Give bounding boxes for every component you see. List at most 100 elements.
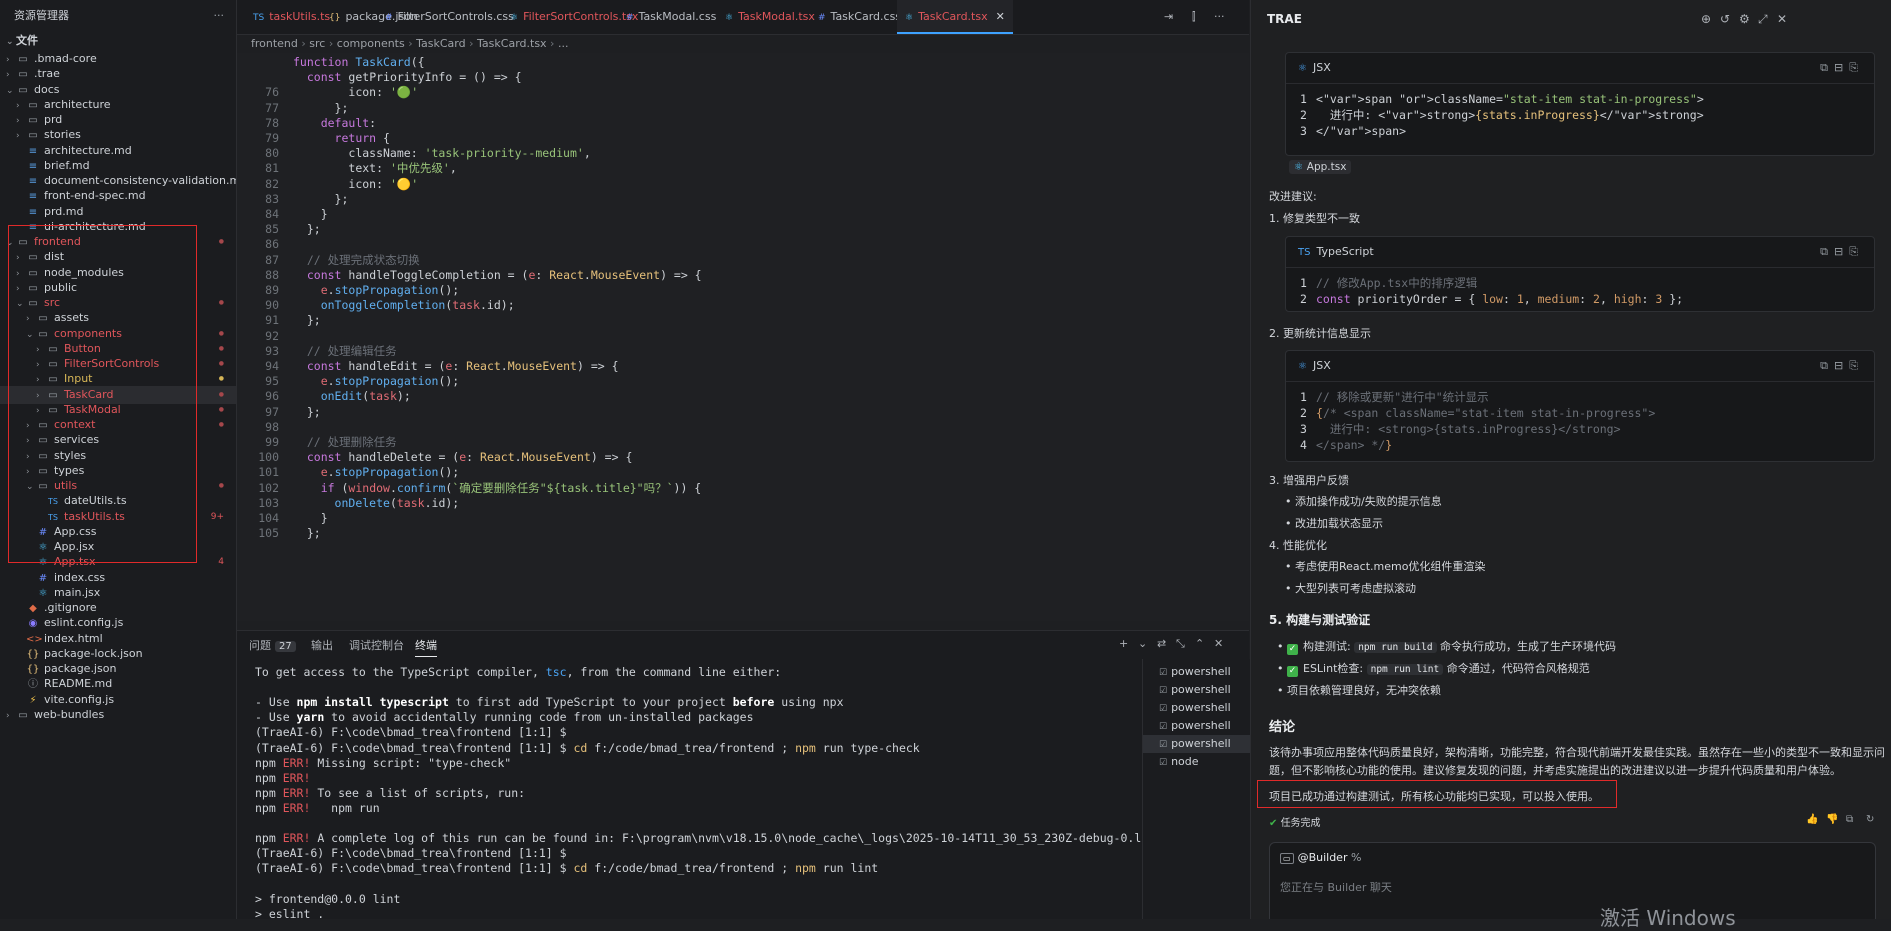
editor-tabs: TS taskUtils.ts{} package.json # FilterSortC… xyxy=(237,0,1249,35)
panel-tab[interactable]: 终端 xyxy=(415,637,437,657)
insert-icon[interactable]: ⊟ xyxy=(1834,359,1849,372)
section-files[interactable]: ⌄ 文件 xyxy=(0,32,236,50)
more-actions-icon[interactable]: ··· xyxy=(1214,0,1225,34)
code-block-header: ⚛ JSX ⧉⊟⎘ xyxy=(1286,53,1874,84)
code-text: }; xyxy=(293,526,321,541)
copy-icon[interactable]: ⧉ xyxy=(1820,245,1834,258)
tree-item-label: package-lock.json xyxy=(44,646,143,660)
terminal-icon: ☑ xyxy=(1159,758,1168,768)
breadcrumb-item[interactable]: TaskCard xyxy=(416,37,465,50)
terminal-session[interactable]: ☑ powershell xyxy=(1143,663,1250,681)
file-reference-chip[interactable]: ⚛ App.tsx xyxy=(1289,160,1352,174)
thumbs-up-icon[interactable]: 👍 xyxy=(1806,814,1818,825)
panel-tab[interactable]: 问题 27 xyxy=(249,637,296,653)
terminal-session-label: powershell xyxy=(1171,701,1231,714)
terminal-line: - Use yarn to avoid accidentally running… xyxy=(255,710,754,725)
terminal-session[interactable]: ☑ node xyxy=(1143,753,1250,771)
breadcrumb-item[interactable]: TaskCard.tsx xyxy=(477,37,547,50)
breadcrumb-item[interactable]: components xyxy=(337,37,405,50)
code-text: </"var">span> xyxy=(1316,124,1407,138)
expand-icon[interactable]: ⤢ xyxy=(1758,12,1768,27)
tab-label: TaskModal.css xyxy=(638,10,717,23)
close-icon[interactable]: ✕ xyxy=(1777,12,1787,26)
thumbs-down-icon[interactable]: 👎 xyxy=(1826,814,1838,825)
bullet-item: • 大型列表可考虑虚拟滚动 xyxy=(1285,582,1416,595)
code-text: default: xyxy=(320,115,377,130)
apply-icon[interactable]: ⎘ xyxy=(1849,61,1864,74)
panel-action-icon[interactable]: ✕ xyxy=(1214,637,1223,650)
tab-taskmodal-tsx[interactable]: ⚛ TaskModal.tsx xyxy=(717,0,823,34)
agent-selector[interactable]: ▭ @Builder % xyxy=(1280,851,1361,864)
code-block: ⚛ JSX ⧉⊟⎘ 1 // 移除或更新"进行中"统计显示 2 {/* <span clas… xyxy=(1285,350,1875,462)
code-text: }; xyxy=(293,313,321,328)
tree-item-label: main.jsx xyxy=(54,585,101,599)
split-editor-icon[interactable]: ⫿ xyxy=(1192,0,1196,34)
code-text: onDelete(task.id); xyxy=(334,495,460,510)
panel-tab[interactable]: 输出 xyxy=(311,637,333,653)
settings-icon[interactable]: ⚙ xyxy=(1739,12,1750,26)
code-block-actions: ⧉⊟⎘ xyxy=(1820,53,1864,83)
terminal-session[interactable]: ☑ powershell xyxy=(1143,717,1250,735)
terminal-line: npm ERR! To see a list of scripts, run: xyxy=(255,785,526,800)
insert-icon[interactable]: ⊟ xyxy=(1834,245,1849,258)
breadcrumb-item[interactable]: src xyxy=(309,37,325,50)
retry-icon[interactable]: ↻ xyxy=(1866,814,1874,825)
copy-icon[interactable]: ⧉ xyxy=(1820,61,1834,74)
terminal-line: - Use npm install typescript to first ad… xyxy=(255,695,844,710)
check-text: 构建测试: xyxy=(1303,640,1355,653)
apply-icon[interactable]: ⎘ xyxy=(1849,359,1864,372)
line-number: 3 xyxy=(1300,422,1307,436)
code-text: if (window.confirm(`确定要删除任务"${task.title… xyxy=(320,480,702,495)
apply-icon[interactable]: ⎘ xyxy=(1849,245,1864,258)
terminal-output[interactable]: To get access to the TypeScript compiler… xyxy=(237,659,1142,919)
code-block-actions: ⧉⊟⎘ xyxy=(1820,237,1864,267)
terminal-session[interactable]: ☑ powershell xyxy=(1143,681,1250,699)
chat-text: 4. 性能优化 xyxy=(1269,539,1327,552)
tab-taskcard-tsx[interactable]: ⚛ TaskCard.tsx ✕ xyxy=(897,0,1013,34)
code-editor[interactable]: function TaskCard({ const getPriorityInf… xyxy=(237,53,1249,621)
chat-input[interactable]: 您正在与 Builder 聊天 xyxy=(1280,879,1392,895)
tree-item[interactable]: › ▭ web-bundles xyxy=(0,706,236,724)
code-block-actions: ⧉⊟⎘ xyxy=(1820,351,1864,381)
terminal-session[interactable]: ☑ powershell xyxy=(1143,735,1250,753)
code-text: const priorityOrder = { low: 1, medium: … xyxy=(1316,292,1684,306)
tree-item-label: index.css xyxy=(54,570,106,584)
tab-taskcard-css[interactable]: # TaskCard.css xyxy=(810,0,909,34)
history-icon[interactable]: ↺ xyxy=(1720,12,1730,26)
tab-filtersortcontrols-css[interactable]: # FilterSortControls.css xyxy=(377,0,522,34)
copy-icon[interactable]: ⧉ xyxy=(1820,359,1834,372)
task-status: ✔ 任务完成 xyxy=(1269,814,1321,829)
code-text: // 移除或更新"进行中"统计显示 xyxy=(1316,390,1489,404)
terminal-line: npm ERR! Missing script: "type-check" xyxy=(255,755,512,770)
line-number: 3 xyxy=(1300,124,1307,138)
panel-action-icon[interactable]: ⤡ xyxy=(1176,637,1185,651)
panel-tab[interactable]: 调试控制台 xyxy=(349,637,404,653)
insert-icon[interactable]: ⊟ xyxy=(1834,61,1849,74)
panel-tab-label: 终端 xyxy=(415,639,437,652)
new-chat-icon[interactable]: ⊕ xyxy=(1701,12,1711,26)
breadcrumb-separator-icon: › xyxy=(546,37,558,50)
copy-icon[interactable]: ⧉ xyxy=(1846,814,1853,825)
panel-action-icon[interactable]: + xyxy=(1119,637,1128,650)
code-text: return { xyxy=(334,131,390,145)
breadcrumb-separator-icon: › xyxy=(465,37,478,50)
breadcrumb-item[interactable]: frontend xyxy=(251,37,298,50)
terminal-session-list: ☑ powershell ☑ powershell ☑ powershell ☑ powers… xyxy=(1142,659,1250,919)
tab-taskmodal-css[interactable]: # TaskModal.css xyxy=(618,0,724,34)
more-actions-icon[interactable]: ··· xyxy=(214,0,225,32)
breadcrumb-item[interactable]: ... xyxy=(558,37,569,50)
code-text: }; xyxy=(293,100,349,115)
terminal-session[interactable]: ☑ powershell xyxy=(1143,699,1250,717)
panel-action-icon[interactable]: ⌃ xyxy=(1195,637,1204,650)
panel-action-icon[interactable]: ⌄ xyxy=(1138,637,1147,650)
activation-watermark: 激活 Windows xyxy=(1600,906,1736,930)
panel-action-icon[interactable]: ⇄ xyxy=(1157,637,1166,650)
mention-icon: % xyxy=(1350,851,1362,864)
layout-icon[interactable]: ⇥ xyxy=(1164,0,1173,34)
close-tab-icon[interactable]: ✕ xyxy=(996,10,1005,23)
tree-item-label: .bmad-core xyxy=(34,52,97,65)
code-text: }; xyxy=(293,404,321,419)
chat-input-box[interactable]: ▭ @Builder % 您正在与 Builder 聊天 xyxy=(1269,842,1876,919)
tree-item-label: .gitignore xyxy=(44,601,97,614)
code-text: function TaskCard({ xyxy=(293,55,425,69)
